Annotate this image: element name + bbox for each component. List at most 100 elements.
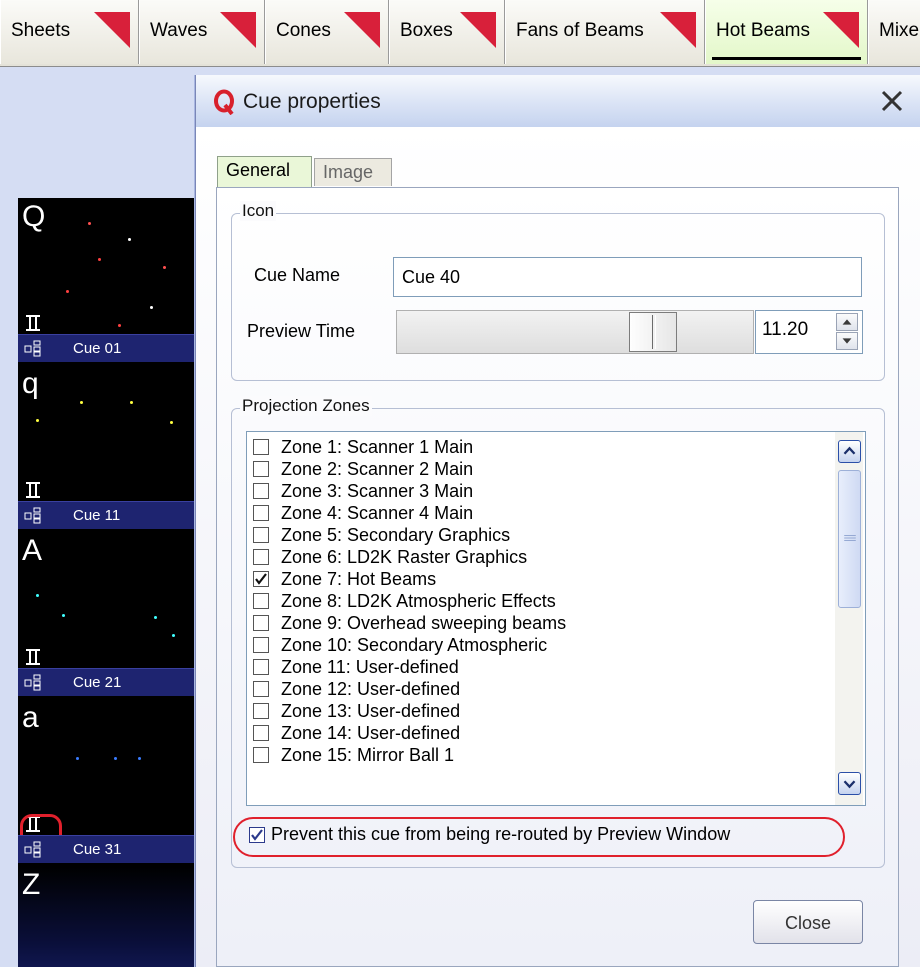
- beam-dot: [98, 258, 101, 261]
- cue-tile[interactable]: q Cue 11: [18, 365, 196, 532]
- beam-dot: [154, 616, 157, 619]
- tab-fans-of-beams[interactable]: Fans of Beams: [505, 0, 705, 64]
- zone-label: Zone 8: LD2K Atmospheric Effects: [281, 591, 556, 611]
- tab-marker-icon: [660, 12, 696, 48]
- zone-checkbox[interactable]: [253, 439, 269, 455]
- cue-key-letter: A: [22, 534, 43, 567]
- cue-name-input[interactable]: [393, 257, 862, 297]
- tab-hot-beams[interactable]: Hot Beams: [705, 0, 868, 64]
- cue-footer: Cue 31: [18, 835, 196, 863]
- preview-time-slider-thumb[interactable]: [629, 312, 677, 352]
- cue-key-letter: a: [22, 701, 39, 734]
- preview-time-label: Preview Time: [247, 321, 356, 341]
- tab-label: Fans of Beams: [516, 20, 644, 41]
- tab-boxes[interactable]: Boxes: [389, 0, 505, 64]
- tab-marker-icon: [460, 12, 496, 48]
- projection-zones-label: Projection Zones: [240, 396, 372, 416]
- zone-checkbox[interactable]: [253, 593, 269, 609]
- zone-checkbox[interactable]: [253, 461, 269, 477]
- zone-checkbox[interactable]: [253, 527, 269, 543]
- zone-checkbox[interactable]: [253, 483, 269, 499]
- tab-general[interactable]: General: [217, 156, 312, 188]
- beam-dot: [150, 306, 153, 309]
- preview-lock-icon[interactable]: [24, 648, 42, 666]
- preview-lock-icon[interactable]: [24, 314, 42, 332]
- cue-tile[interactable]: Z: [18, 866, 196, 967]
- tab-label: Sheets: [11, 20, 71, 41]
- zone-map-icon: [24, 507, 41, 524]
- zone-map-icon: [24, 674, 41, 691]
- zone-checkbox[interactable]: [253, 659, 269, 675]
- close-button[interactable]: Close: [753, 900, 863, 944]
- cue-name: Cue 21: [73, 674, 122, 691]
- preview-time-slider[interactable]: [396, 310, 754, 354]
- zone-checkbox[interactable]: [253, 725, 269, 741]
- zone-checkbox[interactable]: [253, 681, 269, 697]
- projection-zones-list[interactable]: Zone 1: Scanner 1 Main Zone 2: Scanner 2…: [246, 431, 866, 806]
- zone-checkbox[interactable]: [253, 637, 269, 653]
- tab-marker-icon: [344, 12, 380, 48]
- app-q-logo-icon: [214, 89, 234, 115]
- beam-dot: [130, 401, 133, 404]
- zone-checkbox[interactable]: [253, 615, 269, 631]
- cue-tile[interactable]: A Cue 21: [18, 532, 196, 699]
- cue-name: Cue 11: [73, 507, 121, 524]
- scrollbar-thumb[interactable]: [838, 470, 861, 608]
- zone-label: Zone 11: User-defined: [281, 657, 459, 677]
- tab-label: Boxes: [400, 20, 453, 41]
- cue-name: Cue 31: [73, 841, 122, 858]
- zones-scrollbar[interactable]: [835, 432, 863, 805]
- cue-tile[interactable]: Q Cue 01: [18, 198, 196, 365]
- dialog-titlebar[interactable]: Cue properties: [196, 75, 920, 128]
- tab-label: Mixe: [879, 20, 920, 41]
- zone-checkbox[interactable]: [253, 571, 269, 587]
- preview-lock-icon[interactable]: [24, 481, 42, 499]
- beam-dot: [170, 421, 173, 424]
- cue-tile[interactable]: a Cue 31: [18, 699, 196, 866]
- dialog-title: Cue properties: [243, 90, 381, 113]
- tab-label: Hot Beams: [716, 20, 810, 41]
- zone-label: Zone 6: LD2K Raster Graphics: [281, 547, 528, 567]
- zone-checkbox[interactable]: [253, 747, 269, 763]
- cue-key-letter: q: [22, 367, 39, 400]
- beam-dot: [163, 266, 166, 269]
- tab-marker-icon: [220, 12, 256, 48]
- icon-group-label: Icon: [240, 201, 277, 221]
- cue-footer: Cue 11: [18, 501, 196, 529]
- sheet-tab-strip: Sheets Waves Cones Boxes Fans of Beams H…: [0, 0, 920, 67]
- tab-mixe[interactable]: Mixe: [868, 0, 920, 64]
- icon-group: Icon: [231, 201, 885, 381]
- scroll-up-icon[interactable]: [838, 440, 861, 463]
- scroll-down-icon[interactable]: [838, 772, 861, 795]
- zone-label: Zone 1: Scanner 1 Main: [281, 437, 474, 457]
- tab-label: Cones: [276, 20, 331, 41]
- spin-down-icon[interactable]: [836, 332, 858, 350]
- close-icon[interactable]: [878, 87, 906, 115]
- checkmark-icon: [255, 573, 267, 585]
- tab-image[interactable]: Image: [314, 158, 392, 186]
- tab-waves[interactable]: Waves: [139, 0, 265, 64]
- zone-checkbox[interactable]: [253, 549, 269, 565]
- tab-cones[interactable]: Cones: [265, 0, 389, 64]
- tab-label: Waves: [150, 20, 208, 41]
- beam-dot: [76, 757, 79, 760]
- zone-label: Zone 12: User-defined: [281, 679, 461, 699]
- zone-checkbox[interactable]: [253, 703, 269, 719]
- tab-marker-icon: [823, 12, 859, 48]
- cue-list: Q Cue 01 q Cue 11 A Cue 21 a Cue 31 Z: [18, 198, 196, 967]
- beam-dot: [172, 634, 175, 637]
- zone-checkbox[interactable]: [253, 505, 269, 521]
- zone-label: Zone 7: Hot Beams: [281, 569, 437, 589]
- zone-label: Zone 2: Scanner 2 Main: [281, 459, 474, 479]
- cue-name-label: Cue Name: [254, 265, 341, 285]
- tab-sheets[interactable]: Sheets: [0, 0, 139, 64]
- cue-key-letter: Z: [22, 868, 41, 901]
- spin-up-icon[interactable]: [836, 313, 858, 331]
- cue-footer: Cue 01: [18, 334, 196, 362]
- beam-dot: [80, 401, 83, 404]
- tab-marker-icon: [94, 12, 130, 48]
- beam-dot: [118, 324, 121, 327]
- zone-label: Zone 14: User-defined: [281, 723, 461, 743]
- cue-key-letter: Q: [22, 200, 46, 233]
- beam-dot: [128, 238, 131, 241]
